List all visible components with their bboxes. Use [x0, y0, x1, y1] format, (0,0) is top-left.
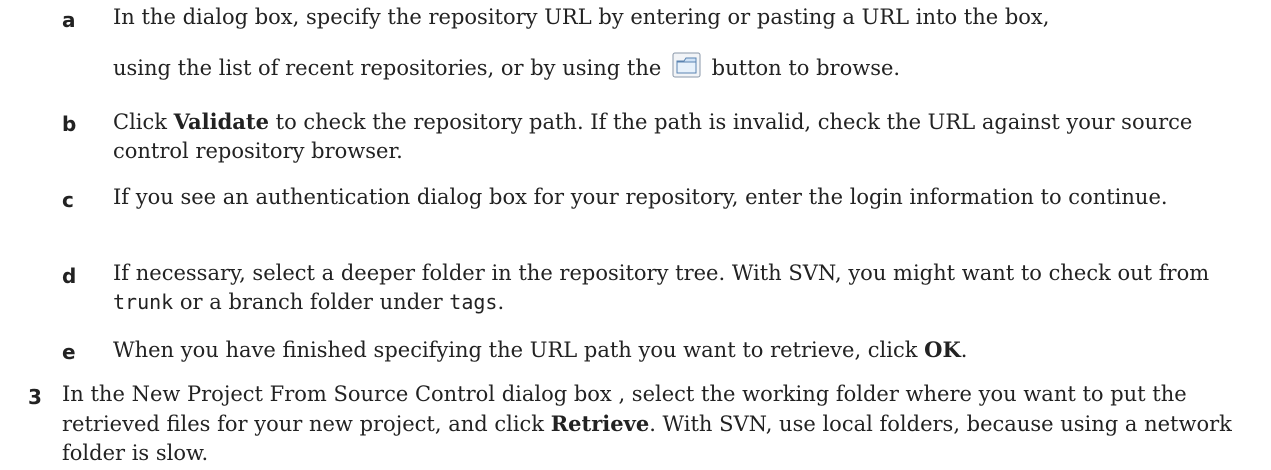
step-3-text: In the New Project From Source Control d…: [62, 382, 1232, 465]
step-b-text: Click Validate to check the repository p…: [113, 109, 1193, 163]
step-a-line1: In the dialog box, specify the repositor…: [113, 5, 1050, 29]
step-a-text: In the dialog box, specify the repositor…: [113, 3, 1253, 83]
step-3-marker: 3: [28, 385, 42, 409]
ok-label: OK: [924, 337, 961, 362]
step-c-marker: c: [62, 188, 74, 212]
step-b-marker: b: [62, 112, 77, 136]
folder-browse-icon[interactable]: [672, 52, 701, 78]
validate-label: Validate: [173, 109, 269, 134]
step-e-text: When you have finished specifying the UR…: [113, 337, 968, 362]
step-d-text: If necessary, select a deeper folder in …: [113, 261, 1210, 314]
step-a-marker: a: [62, 8, 76, 32]
trunk-code: trunk: [113, 290, 174, 314]
retrieve-label: Retrieve: [550, 411, 650, 436]
step-c-text: If you see an authentication dialog box …: [113, 185, 1168, 209]
step-d-marker: d: [62, 264, 77, 288]
tags-code: tags: [449, 290, 498, 314]
step-a-line2: using the list of recent repositories, o…: [113, 52, 1253, 83]
step-e-marker: e: [62, 340, 76, 364]
document: a In the dialog box, specify the reposit…: [0, 0, 1271, 470]
